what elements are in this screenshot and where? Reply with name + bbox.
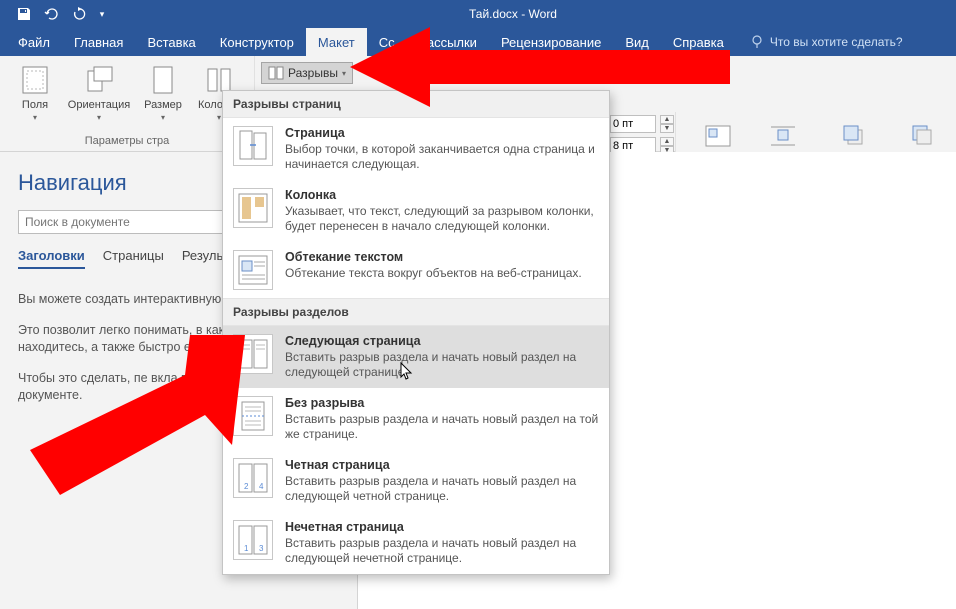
save-icon[interactable] (10, 0, 38, 28)
group-page-setup-label: Параметры стра (8, 135, 246, 149)
dd-title: Колонка (285, 188, 599, 202)
cursor-icon (400, 362, 414, 380)
tab-file[interactable]: Файл (6, 28, 62, 56)
size-icon (147, 64, 179, 96)
group-page-setup: Поля▾ Ориентация▾ Размер▾ Колонки▾ Парам… (0, 56, 255, 151)
margins-label: Поля (22, 99, 48, 111)
document-title: Тай.docx - Word (110, 7, 956, 21)
dd-desc: Выбор точки, в которой заканчивается одн… (285, 142, 599, 172)
dd-title: Следующая страница (285, 334, 599, 348)
dd-desc: Вставить разрыв раздела и начать новый р… (285, 350, 599, 380)
odd-page-icon: 13 (233, 520, 273, 560)
spin-up-icon[interactable]: ▲ (660, 137, 674, 146)
orientation-button[interactable]: Ориентация▾ (64, 60, 134, 124)
annotation-arrow-top (320, 22, 740, 132)
tab-home[interactable]: Главная (62, 28, 135, 56)
text-wrapping-icon (233, 250, 273, 290)
tell-me[interactable]: Что вы хотите сделать? (736, 28, 903, 56)
size-label: Размер (144, 99, 182, 111)
dd-desc: Указывает, что текст, следующий за разры… (285, 204, 599, 234)
tab-insert[interactable]: Вставка (135, 28, 207, 56)
svg-text:3: 3 (259, 544, 264, 553)
page-break-icon (233, 126, 273, 166)
dd-title: Обтекание текстом (285, 250, 582, 264)
margins-icon (19, 64, 51, 96)
dd-item-even-page[interactable]: 24 Четная страницаВставить разрыв раздел… (223, 450, 609, 512)
dd-title: Нечетная страница (285, 520, 599, 534)
breaks-dropdown: Разрывы страниц СтраницаВыбор точки, в к… (222, 90, 610, 575)
send-backward-icon (907, 120, 939, 152)
dd-desc: Вставить разрыв раздела и начать новый р… (285, 412, 599, 442)
dd-title: Без разрыва (285, 396, 599, 410)
column-break-icon (233, 188, 273, 228)
nav-tab-results[interactable]: Резуль (182, 248, 223, 269)
breaks-icon (268, 66, 284, 80)
tab-design[interactable]: Конструктор (208, 28, 306, 56)
quick-access-toolbar: ▾ (0, 0, 110, 28)
dd-item-odd-page[interactable]: 13 Нечетная страницаВставить разрыв разд… (223, 512, 609, 574)
dd-desc: Вставить разрыв раздела и начать новый р… (285, 536, 599, 566)
nav-tab-pages[interactable]: Страницы (103, 248, 164, 269)
dd-title: Четная страница (285, 458, 599, 472)
qat-customize-icon[interactable]: ▾ (94, 0, 110, 28)
dd-desc: Обтекание текста вокруг объектов на веб-… (285, 266, 582, 281)
svg-text:1: 1 (244, 544, 249, 553)
dd-item-column[interactable]: Колонка Указывает, что текст, следующий з… (223, 180, 609, 242)
orientation-icon (83, 64, 115, 96)
size-button[interactable]: Размер▾ (136, 60, 190, 124)
dd-item-next-page[interactable]: Следующая страница Вставить разрыв раздел… (223, 326, 609, 388)
margins-button[interactable]: Поля▾ (8, 60, 62, 124)
dd-desc: Вставить разрыв раздела и начать новый р… (285, 474, 599, 504)
dd-item-wrapping[interactable]: Обтекание текстом Обтекание текста вокруг… (223, 242, 609, 298)
bring-forward-icon (838, 120, 870, 152)
redo-icon[interactable] (66, 0, 94, 28)
dd-section-section-breaks: Разрывы разделов (223, 298, 609, 326)
tell-me-label: Что вы хотите сделать? (770, 35, 903, 49)
orientation-label: Ориентация (68, 99, 130, 111)
nav-tab-headings[interactable]: Заголовки (18, 248, 85, 269)
annotation-arrow-bottom (10, 320, 260, 500)
dd-item-continuous[interactable]: Без разрыва Вставить разрыв раздела и нач… (223, 388, 609, 450)
wrap-icon (767, 120, 799, 152)
undo-icon[interactable] (38, 0, 66, 28)
